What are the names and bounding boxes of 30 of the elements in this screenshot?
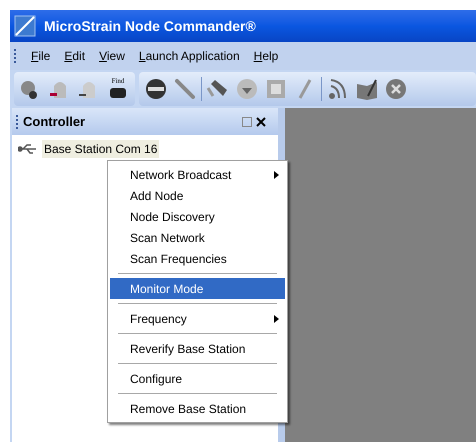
download-icon[interactable] xyxy=(234,76,260,102)
close-icon[interactable] xyxy=(256,116,266,126)
round-button-icon[interactable] xyxy=(143,76,169,102)
device-icon[interactable] xyxy=(108,85,128,101)
window-title: MicroStrain Node Commander® xyxy=(44,16,256,36)
menu-item[interactable]: View xyxy=(99,47,125,65)
menu-item[interactable]: Help xyxy=(254,47,278,65)
menu-entry[interactable]: Monitor Mode xyxy=(110,278,285,299)
panel-title: Controller xyxy=(23,112,86,131)
menu-item[interactable]: Launch Application xyxy=(138,47,240,65)
menu-entry[interactable]: Scan Network xyxy=(110,227,285,248)
grip-icon xyxy=(16,114,19,130)
menu-entry[interactable]: Remove Base Station xyxy=(110,398,285,419)
menu-entry[interactable]: Reverify Base Station xyxy=(110,338,285,359)
usb-icon xyxy=(18,143,38,155)
menu-entry[interactable]: Frequency xyxy=(110,308,285,329)
menu-item[interactable]: Edit xyxy=(64,47,86,65)
menu-entry[interactable]: Node Discovery xyxy=(110,206,285,227)
app-logo-icon xyxy=(14,15,36,37)
menu-item[interactable]: File xyxy=(31,47,50,65)
close-circle-icon[interactable] xyxy=(383,76,409,102)
submenu-arrow-icon xyxy=(274,170,279,178)
menu-entry[interactable]: Add Node xyxy=(110,185,285,206)
maximize-icon[interactable] xyxy=(242,116,252,126)
menu-entry[interactable]: Network Broadcast xyxy=(110,164,285,185)
submenu-arrow-icon xyxy=(274,314,279,322)
menu-entry[interactable]: Configure xyxy=(110,368,285,389)
tree-item[interactable]: Base Station Com 16 xyxy=(42,140,160,158)
menu-entry[interactable]: Scan Frequencies xyxy=(110,248,285,269)
grip-icon xyxy=(14,48,17,64)
